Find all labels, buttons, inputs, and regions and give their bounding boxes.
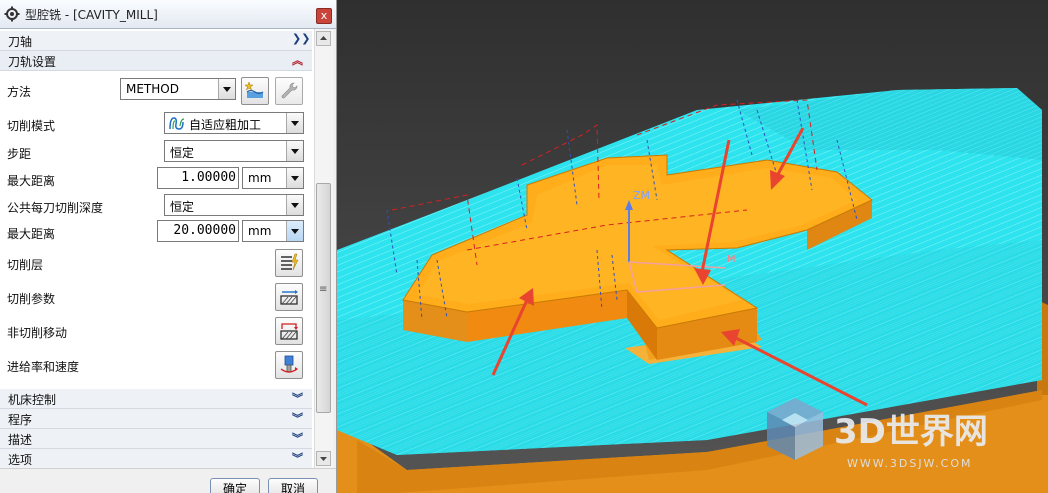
feeds-speeds-icon: [280, 355, 298, 373]
max-distance-unit-select[interactable]: mm: [242, 167, 304, 189]
close-button[interactable]: x: [316, 8, 332, 24]
chevron-down-icon[interactable]: [286, 221, 303, 241]
method-label: 方法: [7, 85, 32, 99]
max-distance-label: 最大距离: [7, 174, 56, 188]
dialog-title: 型腔铣 - [CAVITY_MILL]: [25, 8, 158, 22]
non-cut-moves-icon: [280, 323, 298, 340]
grip-icon: ≡: [319, 284, 328, 295]
cut-parameters-label: 切削参数: [7, 292, 56, 306]
feeds-speeds-button[interactable]: [275, 351, 303, 379]
group-description[interactable]: 描述 ︾: [0, 429, 312, 449]
chevron-down-icon[interactable]: [286, 195, 303, 215]
create-method-button[interactable]: [241, 77, 269, 105]
adaptive-roughing-icon: [169, 117, 185, 130]
axis-label-m: M: [727, 254, 736, 265]
chevron-down-icon[interactable]: [286, 113, 303, 133]
axis-label-zm: ZM: [633, 189, 650, 202]
caret-up-icon: [320, 36, 327, 40]
cut-levels-label: 切削层: [7, 258, 44, 272]
group-machine-control-label: 机床控制: [8, 393, 57, 407]
cut-parameters-icon: [280, 290, 298, 305]
watermark-brand: 3D世界网: [834, 412, 988, 452]
common-depth-value: 恒定: [170, 200, 195, 214]
dialog-scrollbar[interactable]: ≡: [314, 29, 333, 468]
chevron-down-icon[interactable]: [286, 141, 303, 161]
method-value: METHOD: [126, 82, 179, 96]
stepover-select[interactable]: 恒定: [164, 140, 304, 162]
close-icon: x: [320, 9, 328, 22]
double-chevron-down-icon[interactable]: ︾: [292, 430, 303, 446]
stepover-label: 步距: [7, 147, 32, 161]
cavity-mill-dialog: 型腔铣 - [CAVITY_MILL] x 刀轴 ❯❯ 刀轨设置 ︽ 方法 ME…: [0, 0, 337, 493]
max-distance2-label: 最大距离: [7, 227, 56, 241]
group-tool-axis-label: 刀轴: [8, 35, 33, 49]
max-distance-unit: mm: [248, 171, 272, 185]
non-cut-moves-button[interactable]: [275, 317, 303, 345]
gear-icon: [4, 6, 20, 22]
dialog-titlebar: 型腔铣 - [CAVITY_MILL] x: [0, 0, 336, 29]
group-options-label: 选项: [8, 453, 33, 467]
max-distance2-unit: mm: [248, 224, 272, 238]
chevron-down-icon[interactable]: [286, 168, 303, 188]
double-chevron-down-icon[interactable]: ︾: [292, 450, 303, 466]
double-chevron-up-icon[interactable]: ︽: [292, 52, 303, 68]
max-distance2-input[interactable]: 20.00000: [157, 220, 239, 242]
group-options[interactable]: 选项 ︾: [0, 449, 312, 469]
wrench-icon: [281, 82, 298, 99]
dialog-footer: 确定 取消: [0, 468, 336, 493]
double-chevron-down-icon[interactable]: ❯❯: [292, 32, 310, 45]
max-distance2-unit-select[interactable]: mm: [242, 220, 304, 242]
edit-method-button[interactable]: [275, 77, 303, 105]
group-path-settings[interactable]: 刀轨设置 ︽: [0, 51, 312, 71]
create-method-icon: [245, 81, 264, 98]
cut-pattern-select[interactable]: 自适应粗加工: [164, 112, 304, 134]
group-description-label: 描述: [8, 433, 33, 447]
common-depth-label: 公共每刀切削深度: [7, 201, 104, 215]
dialog-content: 刀轴 ❯❯ 刀轨设置 ︽ 方法 METHOD 切削模式 自适应粗加工 步距 恒定…: [0, 29, 314, 469]
ok-button[interactable]: 确定: [210, 478, 260, 493]
max-distance-value: 1.00000: [181, 170, 236, 185]
group-tool-axis[interactable]: 刀轴 ❯❯: [0, 31, 312, 51]
max-distance-input[interactable]: 1.00000: [157, 167, 239, 189]
double-chevron-down-icon[interactable]: ︾: [292, 410, 303, 426]
cut-pattern-label: 切削模式: [7, 119, 56, 133]
viewport-scene: ZM M 3D世界网 WWW.3DSJW.COM: [337, 0, 1048, 493]
method-select[interactable]: METHOD: [120, 78, 236, 100]
max-distance2-value: 20.00000: [173, 223, 236, 238]
feeds-speeds-label: 进给率和速度: [7, 360, 80, 374]
graphics-viewport[interactable]: ZM M 3D世界网 WWW.3DSJW.COM: [337, 0, 1048, 493]
non-cut-moves-label: 非切削移动: [7, 326, 68, 340]
group-program[interactable]: 程序 ︾: [0, 409, 312, 429]
scroll-up-button[interactable]: [316, 31, 331, 46]
cut-parameters-button[interactable]: [275, 283, 303, 311]
watermark-url: WWW.3DSJW.COM: [847, 457, 973, 470]
caret-down-icon: [320, 457, 327, 461]
chevron-down-icon[interactable]: [218, 79, 235, 99]
double-chevron-down-icon[interactable]: ︾: [292, 390, 303, 406]
group-path-settings-label: 刀轨设置: [8, 55, 57, 69]
scroll-thumb[interactable]: ≡: [316, 183, 331, 413]
cut-levels-button[interactable]: [275, 249, 303, 277]
scroll-down-button[interactable]: [316, 451, 331, 466]
cancel-button[interactable]: 取消: [268, 478, 318, 493]
common-depth-select[interactable]: 恒定: [164, 194, 304, 216]
group-machine-control[interactable]: 机床控制 ︾: [0, 389, 312, 409]
cut-levels-icon: [281, 253, 299, 271]
group-program-label: 程序: [8, 413, 33, 427]
cut-pattern-value: 自适应粗加工: [189, 118, 262, 132]
stepover-value: 恒定: [170, 146, 195, 160]
